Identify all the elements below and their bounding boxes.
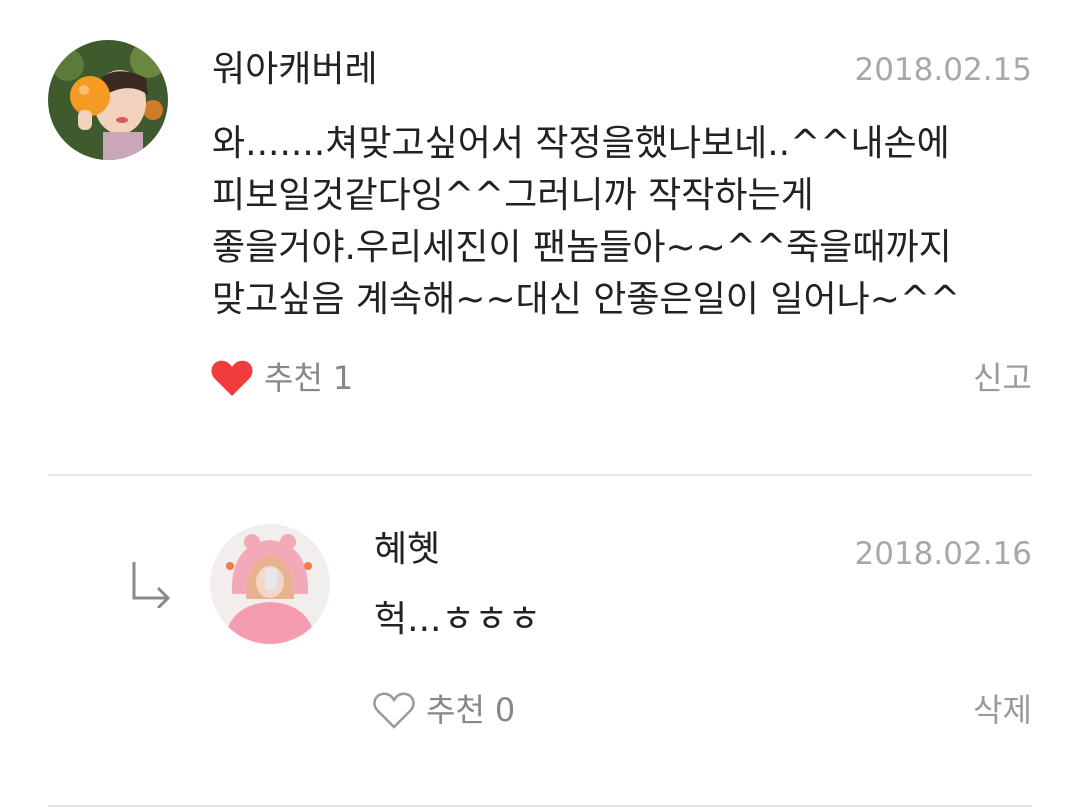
- report-button[interactable]: 신고: [973, 358, 1032, 398]
- comment-divider: [48, 805, 1032, 807]
- heart-filled-icon: [211, 360, 253, 396]
- like-count: 1: [332, 359, 354, 397]
- comment-item: 워아캐버레 2018.02.15 와.......쳐맞고싶어서 작정을했나보네.…: [0, 0, 1080, 476]
- delete-button[interactable]: 삭제: [973, 690, 1032, 730]
- author-name[interactable]: 혜혯: [374, 528, 440, 572]
- reply-item: 혜혯 2018.02.16 헉...ㅎㅎㅎ 추천 0 삭제: [0, 476, 1080, 810]
- author-name[interactable]: 워아캐버레: [212, 48, 378, 92]
- comment-text: 와.......쳐맞고싶어서 작정을했나보네..^^내손에 피보일것같다잉^^그…: [212, 123, 961, 320]
- comment-text: 헉...ㅎㅎㅎ: [374, 599, 541, 640]
- avatar-photo-orange-icon: [48, 40, 168, 160]
- heart-outline-icon: [373, 692, 415, 729]
- comment-date: 2018.02.15: [854, 52, 1033, 88]
- like-count: 0: [494, 691, 516, 729]
- avatar-photo-pink-icon: [210, 524, 330, 644]
- like-button[interactable]: 추천 0: [372, 690, 515, 730]
- author-avatar[interactable]: [210, 524, 330, 644]
- like-button[interactable]: 추천 1: [210, 358, 353, 398]
- author-avatar[interactable]: [48, 40, 168, 160]
- like-label: 추천: [264, 359, 323, 397]
- comment-date: 2018.02.16: [854, 536, 1033, 572]
- reply-arrow-icon: [132, 562, 171, 608]
- like-label: 추천: [426, 691, 485, 729]
